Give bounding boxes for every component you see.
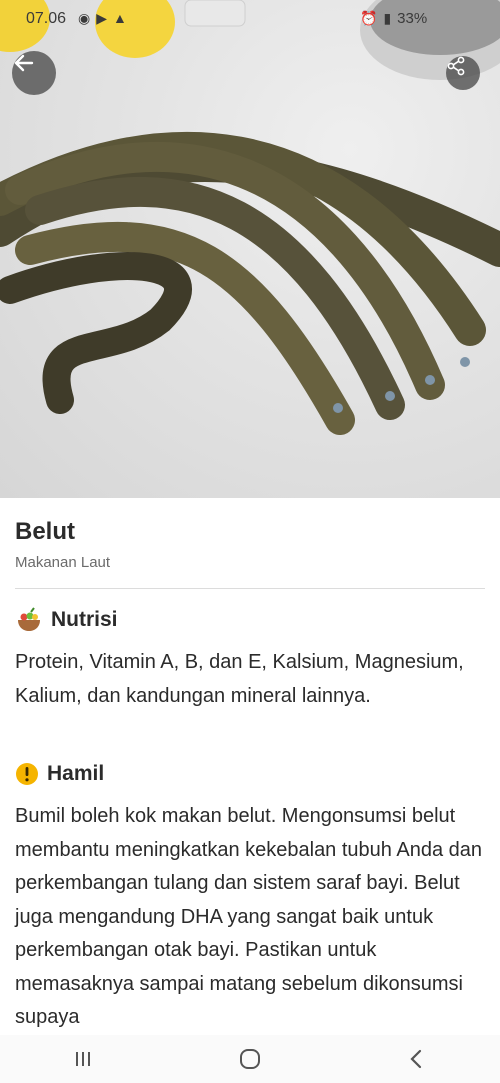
alarm-icon: ⏰: [360, 10, 378, 26]
system-nav-bar: [0, 1035, 500, 1083]
divider: [15, 588, 485, 589]
notification-icons: ◉ ▶ ▲: [78, 10, 127, 27]
share-button[interactable]: [446, 56, 480, 90]
hero-image: 07.06 ◉ ▶ ▲ ⏰ ▮ 33%: [0, 0, 500, 498]
system-icons: ⏰ ▮ 33%: [360, 10, 427, 27]
battery-level: 33%: [397, 10, 428, 27]
back-button[interactable]: [12, 51, 56, 95]
nav-back-icon: [410, 1049, 421, 1069]
status-time: 07.06: [26, 10, 67, 27]
warning-circle-icon: [16, 763, 38, 785]
recent-apps-icon: [76, 1052, 91, 1066]
youtube-icon: ▶: [96, 10, 107, 26]
arrow-left-icon: [14, 54, 34, 72]
pregnancy-text: Bumil boleh kok makan belut. Mengonsumsi…: [15, 805, 483, 1028]
food-category: Makanan Laut: [15, 554, 111, 571]
eels-illustration: [0, 0, 500, 435]
whatsapp-icon: ◉: [78, 10, 91, 26]
nutrition-title: Nutrisi: [51, 608, 118, 631]
nav-back-button[interactable]: [387, 1039, 447, 1079]
food-title: Belut: [15, 518, 75, 545]
recent-apps-button[interactable]: [53, 1039, 113, 1079]
share-icon: [447, 56, 465, 76]
food-bowl-icon: [18, 607, 40, 631]
nutrition-text: Protein, Vitamin A, B, dan E, Kalsium, M…: [15, 651, 464, 707]
signal-icon: ▮: [383, 10, 392, 26]
detail-content: Belut Makanan Laut Nutrisi Protein, Vita…: [0, 498, 500, 1035]
nutrition-header: Nutrisi: [15, 606, 118, 634]
home-button[interactable]: [220, 1039, 280, 1079]
pregnancy-header: Hamil: [15, 762, 104, 786]
alert-icon: ▲: [113, 10, 127, 26]
pregnancy-title: Hamil: [47, 762, 105, 785]
status-bar: 07.06 ◉ ▶ ▲ ⏰ ▮ 33%: [0, 0, 500, 40]
home-icon: [239, 1049, 260, 1069]
